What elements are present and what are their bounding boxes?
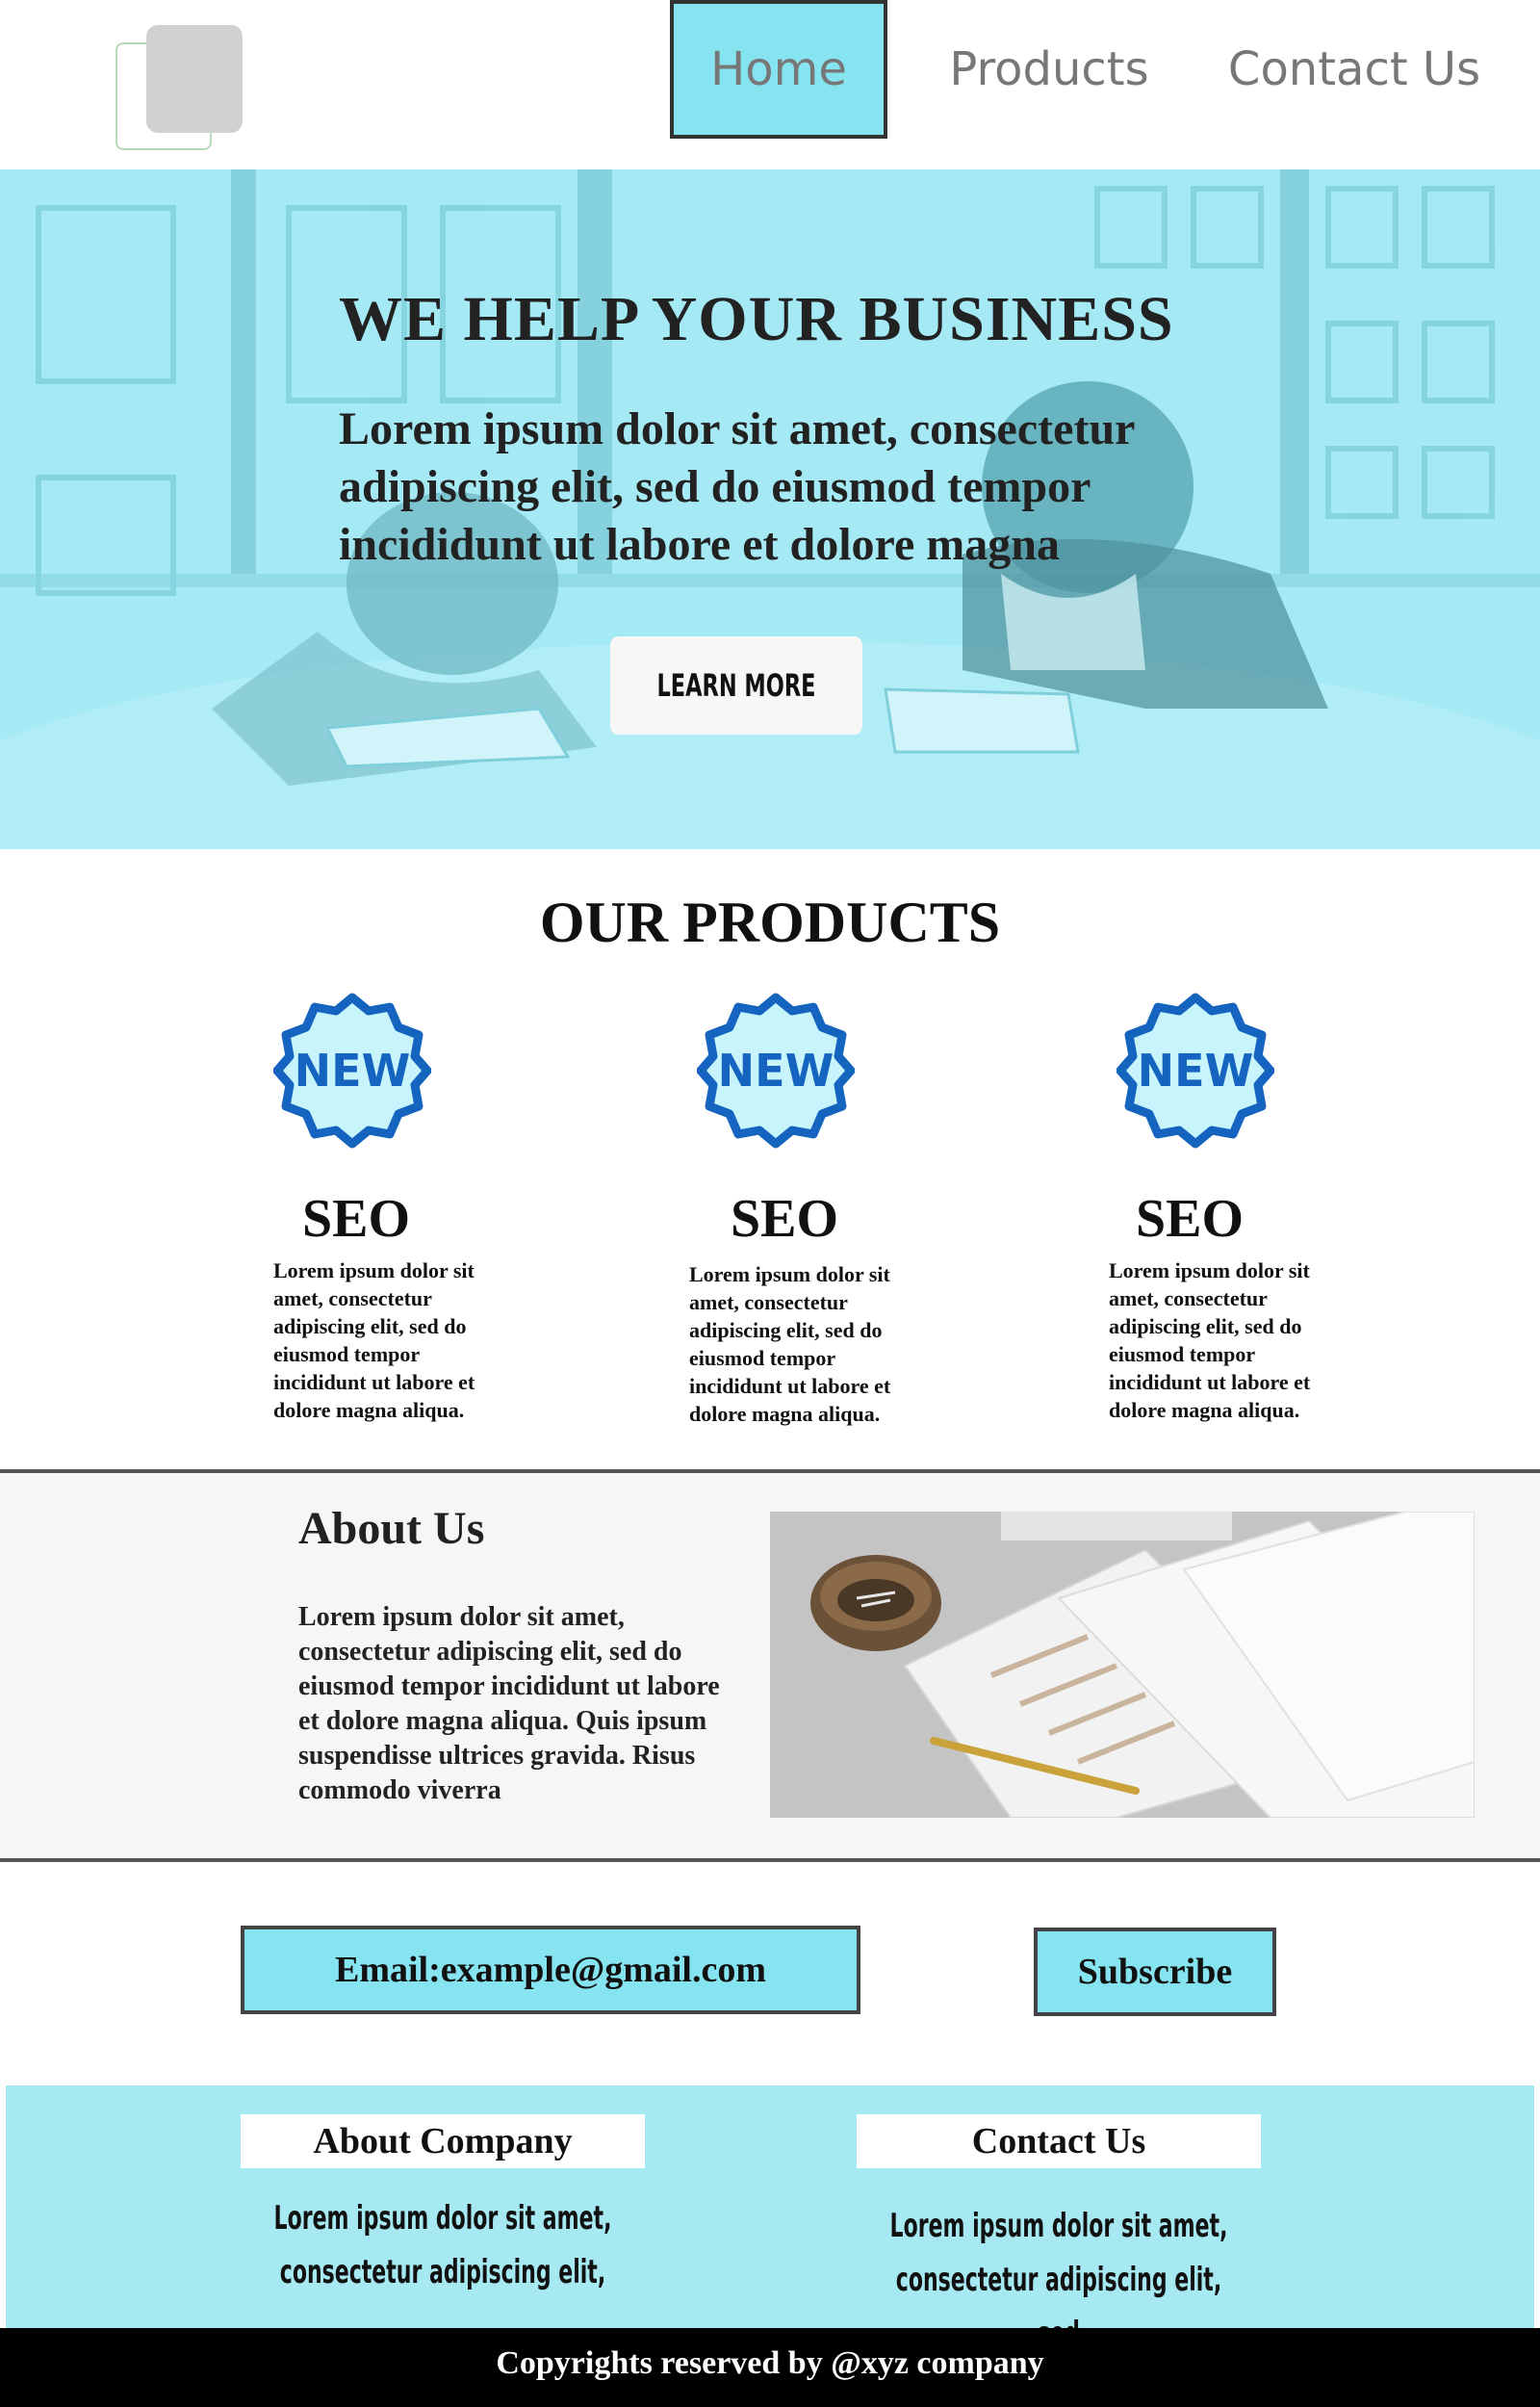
hero-title: WE HELP YOUR BUSINESS [339, 284, 1174, 354]
product-description: Lorem ipsum dolor sit amet, consectetur … [273, 1258, 475, 1422]
new-badge-icon: NEW [273, 993, 431, 1149]
footer: About Company Contact Us Lorem ipsum dol… [6, 2085, 1534, 2353]
about-title: About Us [298, 1503, 485, 1554]
badge-label: NEW [1138, 1045, 1254, 1097]
footer-about-text: Lorem ipsum dolor sit amet, consectetur … [273, 2199, 612, 2291]
footer-about-title: About Company [241, 2114, 645, 2168]
products-section-title: OUR PRODUCTS [539, 891, 1001, 954]
logo[interactable] [116, 25, 243, 154]
hero-text: Lorem ipsum dolor sit amet, consectetur … [339, 403, 1135, 570]
new-badge-icon: NEW [697, 993, 855, 1149]
section-divider [0, 1469, 1540, 1473]
badge-label: NEW [295, 1045, 411, 1097]
badge-label: NEW [718, 1045, 834, 1097]
subscribe-button[interactable]: Subscribe [1034, 1928, 1276, 2016]
product-name: SEO [1136, 1189, 1245, 1249]
about-text: Lorem ipsum dolor sit amet, consectetur … [298, 1602, 720, 1805]
email-input[interactable]: Email:example@gmail.com [241, 1926, 860, 2014]
product-description: Lorem ipsum dolor sit amet, consectetur … [689, 1262, 891, 1426]
learn-more-button[interactable]: LEARN MORE [609, 636, 863, 735]
footer-contact-title: Contact Us [857, 2114, 1261, 2168]
product-description: Lorem ipsum dolor sit amet, consectetur … [1109, 1258, 1311, 1422]
about-section: About Us Lorem ipsum dolor sit amet, con… [0, 1469, 1540, 1862]
logo-front-shape [146, 25, 243, 133]
copyright-bar: Copyrights reserved by @xyz company [0, 2328, 1540, 2407]
product-name: SEO [731, 1189, 839, 1249]
section-divider [0, 1858, 1540, 1862]
top-navbar: Home Products Contact Us [0, 0, 1540, 169]
nav-home-link[interactable]: Home [670, 0, 887, 139]
about-photo [770, 1512, 1475, 1818]
nav-products-link[interactable]: Products [924, 0, 1174, 139]
hero-section: WE HELP YOUR BUSINESS Lorem ipsum dolor … [0, 169, 1540, 849]
product-name: SEO [302, 1189, 411, 1249]
nav-contact-link[interactable]: Contact Us [1215, 0, 1494, 139]
new-badge-icon: NEW [1116, 993, 1274, 1149]
